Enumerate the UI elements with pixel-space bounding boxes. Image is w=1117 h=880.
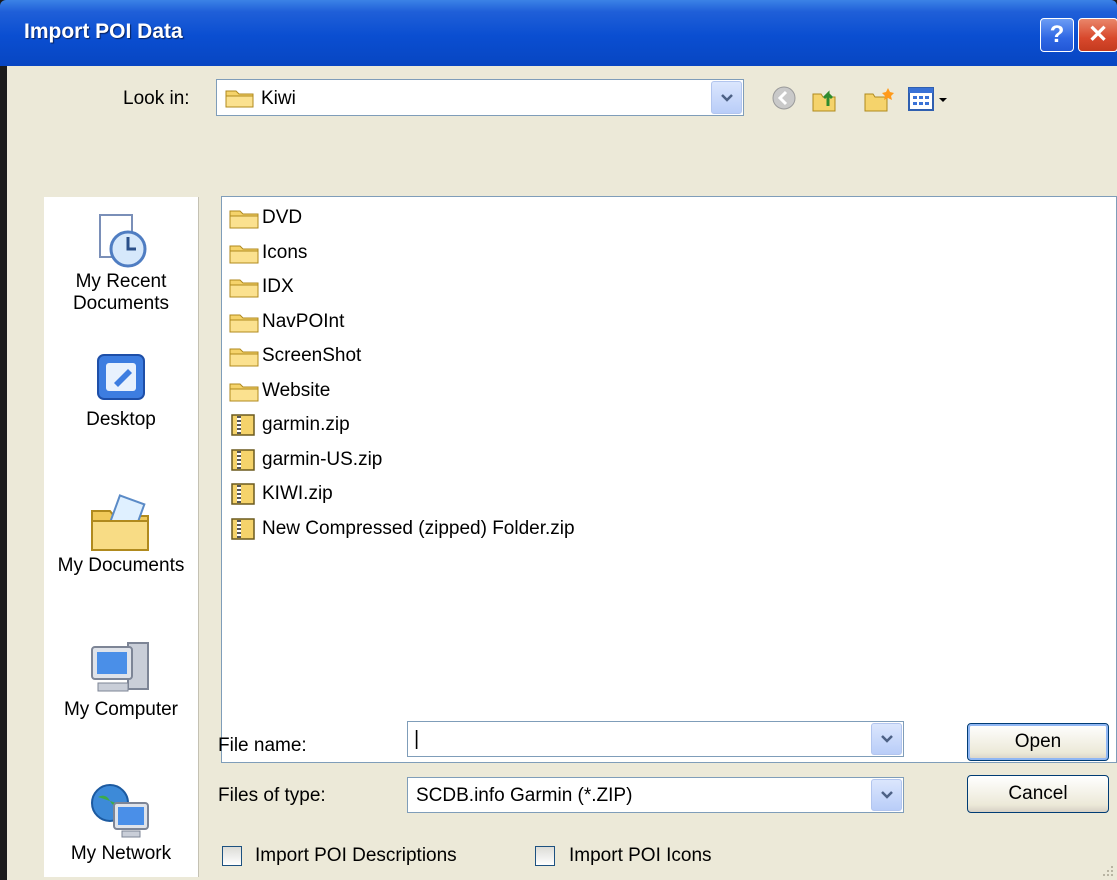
file-name-input[interactable]: | bbox=[407, 721, 904, 757]
folder-icon bbox=[229, 210, 259, 229]
folder-item[interactable]: ScreenShot bbox=[228, 341, 361, 371]
folder-icon bbox=[229, 279, 259, 298]
cancel-button[interactable]: Cancel bbox=[967, 775, 1109, 813]
place-label: Documents bbox=[72, 293, 170, 314]
my-computer-icon bbox=[91, 642, 149, 692]
places-bar: My Recent Documents Desktop My Documents bbox=[44, 197, 199, 877]
look-in-value: Kiwi bbox=[261, 88, 296, 109]
my-documents-icon bbox=[91, 494, 149, 551]
folder-item[interactable]: NavPOInt bbox=[228, 307, 344, 337]
import-descriptions-checkbox[interactable] bbox=[222, 846, 242, 866]
file-name: KIWI.zip bbox=[262, 483, 333, 504]
chevron-down-icon bbox=[881, 735, 893, 743]
look-in-label: Look in: bbox=[123, 88, 190, 109]
file-type-label: Files of type: bbox=[218, 785, 326, 806]
desktop-icon bbox=[97, 354, 145, 400]
place-my-computer[interactable]: My Computer bbox=[44, 637, 198, 721]
folder-item[interactable]: Website bbox=[228, 376, 330, 406]
place-my-recent-documents[interactable]: My Recent Documents bbox=[44, 211, 198, 315]
chevron-down-icon bbox=[881, 791, 893, 799]
look-in-combo[interactable]: Kiwi bbox=[216, 79, 744, 116]
zip-file-item[interactable]: New Compressed (zipped) Folder.zip bbox=[228, 514, 575, 544]
recent-documents-icon bbox=[99, 214, 147, 268]
title-bar[interactable]: Import POI Data ? ✕ bbox=[0, 0, 1117, 66]
file-name: garmin.zip bbox=[262, 414, 350, 435]
file-name: IDX bbox=[262, 276, 294, 297]
place-my-documents[interactable]: My Documents bbox=[44, 493, 198, 577]
file-name-value: | bbox=[414, 728, 420, 750]
folder-icon bbox=[225, 90, 254, 108]
zip-file-item[interactable]: garmin.zip bbox=[228, 410, 350, 440]
chevron-down-icon bbox=[721, 93, 733, 102]
zip-icon bbox=[231, 448, 255, 471]
file-name: New Compressed (zipped) Folder.zip bbox=[262, 517, 575, 539]
file-name: ScreenShot bbox=[262, 345, 362, 366]
up-folder-icon[interactable] bbox=[810, 84, 840, 114]
close-button[interactable]: ✕ bbox=[1078, 18, 1117, 52]
help-button[interactable]: ? bbox=[1040, 18, 1074, 52]
zip-icon bbox=[231, 414, 255, 436]
import-icons-checkbox[interactable] bbox=[535, 846, 555, 866]
back-icon[interactable] bbox=[770, 84, 798, 112]
place-label: My Computer bbox=[63, 699, 179, 720]
folder-item[interactable]: IDX bbox=[228, 272, 294, 302]
import-descriptions-label: Import POI Descriptions bbox=[255, 845, 457, 866]
folder-icon bbox=[229, 314, 259, 332]
place-label: Desktop bbox=[86, 409, 156, 430]
zip-icon bbox=[231, 483, 255, 505]
dialog-body: Look in: Kiwi My Recent Documents Deskto… bbox=[7, 66, 1117, 880]
new-folder-icon[interactable] bbox=[862, 84, 896, 114]
file-name-label: File name: bbox=[218, 735, 307, 756]
place-label: My Documents bbox=[57, 555, 185, 576]
file-name: NavPOInt bbox=[262, 310, 345, 332]
place-my-network[interactable]: My Network bbox=[44, 781, 198, 865]
folder-item[interactable]: DVD bbox=[228, 203, 302, 233]
zip-file-item[interactable]: garmin-US.zip bbox=[228, 445, 382, 475]
import-icons-label: Import POI Icons bbox=[569, 845, 712, 866]
folder-item[interactable]: Icons bbox=[228, 238, 307, 268]
file-name: Icons bbox=[262, 241, 308, 263]
zip-file-item[interactable]: KIWI.zip bbox=[228, 479, 333, 509]
resize-grip-icon[interactable] bbox=[1101, 864, 1115, 878]
place-label: My Recent bbox=[75, 271, 167, 292]
file-type-value: SCDB.info Garmin (*.ZIP) bbox=[416, 785, 633, 806]
open-button[interactable]: Open bbox=[967, 723, 1109, 761]
place-label: My Network bbox=[70, 843, 172, 864]
file-name: Website bbox=[262, 379, 331, 401]
file-list[interactable]: DVD Icons IDX NavPOInt ScreenShot Website garm… bbox=[221, 196, 1117, 763]
look-in-dropdown-button[interactable] bbox=[711, 81, 742, 114]
import-poi-dialog: Import POI Data ? ✕ Look in: Kiwi My Rec… bbox=[0, 0, 1117, 880]
folder-icon bbox=[229, 245, 259, 263]
window-title: Import POI Data bbox=[24, 20, 183, 43]
file-type-select[interactable]: SCDB.info Garmin (*.ZIP) bbox=[407, 777, 904, 813]
zip-icon bbox=[231, 517, 255, 540]
folder-icon bbox=[229, 348, 259, 367]
file-name-dropdown-button[interactable] bbox=[871, 723, 902, 755]
my-network-icon bbox=[91, 784, 149, 838]
place-desktop[interactable]: Desktop bbox=[44, 349, 198, 431]
file-name: garmin-US.zip bbox=[262, 448, 383, 470]
view-menu-icon[interactable] bbox=[907, 84, 953, 114]
folder-icon bbox=[229, 383, 259, 401]
file-name: DVD bbox=[262, 207, 303, 228]
file-type-dropdown-button[interactable] bbox=[871, 779, 902, 811]
